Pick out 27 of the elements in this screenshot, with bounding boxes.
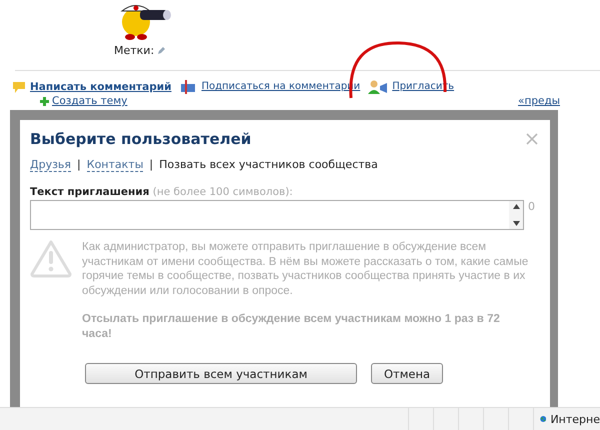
scroll-up-icon[interactable] — [512, 204, 520, 209]
field-label: Текст приглашения — [30, 186, 150, 198]
send-button[interactable]: Отправить всем участникам — [85, 363, 357, 384]
dialog-title: Выберите пользователей — [30, 130, 252, 148]
close-icon[interactable] — [526, 133, 538, 145]
field-hint: (не более 100 символов): — [152, 186, 293, 198]
pencil-icon[interactable] — [157, 46, 166, 55]
warning-icon — [30, 240, 72, 278]
tab-separator: | — [77, 158, 81, 172]
dialog-tab[interactable]: Друзья — [30, 158, 72, 172]
zone-label: Интерне — [550, 412, 600, 426]
cancel-button[interactable]: Отмена — [371, 363, 444, 384]
scroll-down-icon[interactable] — [512, 221, 520, 226]
previous-link[interactable]: «преды — [518, 95, 560, 107]
user-icon — [368, 80, 388, 94]
limit-note: Отсылать приглашение в обсуждение всем участникам можно 1 раз в 72 часа! — [82, 312, 501, 341]
tab-separator: | — [149, 158, 154, 172]
plus-icon — [40, 96, 49, 106]
action-link[interactable]: Написать комментарий — [12, 80, 172, 94]
character-counter: 0 — [528, 200, 535, 213]
dialog-tab[interactable]: Позвать всех участников сообщества — [159, 158, 378, 172]
tags-label: Метки: — [114, 44, 154, 57]
mailbox-icon — [179, 79, 198, 95]
create-topic-link[interactable]: Создать тему — [40, 95, 128, 107]
speech-bubble-icon — [12, 80, 26, 94]
dialog-tab[interactable]: Контакты — [86, 158, 144, 172]
info-text: Как администратор, вы можете отправить приглашение в обсуждение всем участникам от имени сообщества. В нём вы можете рассказать о том, какие самые горячие темы в сообществе, позвать участников сообщества принять участие в их обсуждении или голосовании в опросе. — [82, 240, 530, 298]
